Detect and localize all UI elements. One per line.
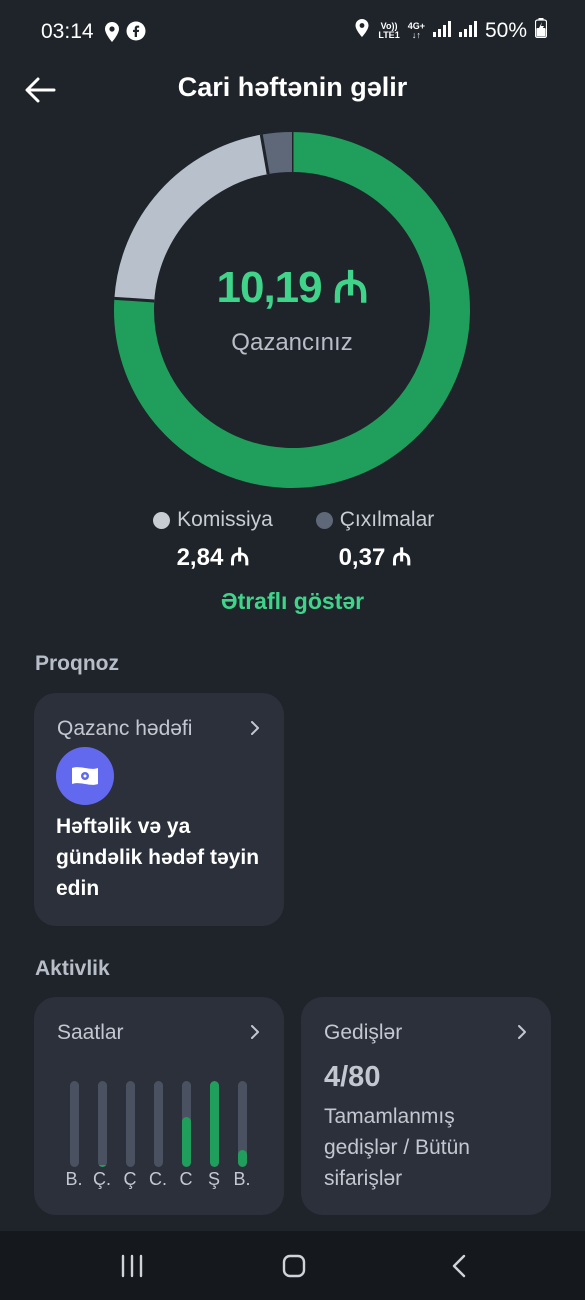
hours-bar-track	[181, 1081, 191, 1167]
show-details-link[interactable]: Ətraflı göstər	[0, 588, 585, 615]
day-label: B.	[65, 1169, 83, 1189]
earnings-goal-card[interactable]: Qazanc hədəfi Həftəlik və ya gündəlik hə…	[34, 693, 284, 926]
commission-dot	[153, 511, 171, 529]
legend-deductions: Çıxılmalar 0,37 ₼	[312, 508, 438, 573]
chevron-right-icon	[518, 1025, 526, 1039]
legend-commission: Komissiya 2,84 ₼	[148, 508, 278, 573]
money-icon	[56, 747, 114, 805]
day-label: B.	[233, 1169, 251, 1189]
status-left-icons	[104, 21, 146, 48]
page-title: Cari həftənin gəlir	[177, 72, 408, 102]
location-pin-icon	[104, 21, 120, 48]
recent-apps-icon	[121, 1254, 143, 1278]
chevron-right-icon	[251, 1025, 259, 1039]
day-label: Ş	[207, 1169, 220, 1189]
day-label: C.	[149, 1169, 167, 1189]
battery-charging-icon	[534, 18, 548, 44]
hours-bar	[209, 1081, 219, 1167]
activity-section-title: Aktivlik	[35, 957, 110, 980]
header: Cari həftənin gəlir	[0, 64, 585, 116]
earnings-amount: 10,19 ₼	[216, 263, 369, 312]
deductions-label: Çıxılmalar	[339, 508, 435, 531]
facebook-icon	[126, 21, 146, 48]
day-label: C	[179, 1169, 193, 1189]
earnings-label: Qazancınız	[231, 329, 353, 356]
trips-card[interactable]: Gedişlər 4/80 Tamamlanmış gedişlər / Büt…	[301, 997, 551, 1215]
deductions-dot	[315, 511, 333, 529]
hours-bar	[237, 1150, 247, 1167]
day-label: Ç	[123, 1169, 137, 1189]
back-chevron-icon	[452, 1254, 466, 1278]
location-icon	[354, 18, 370, 44]
hours-bar-track	[125, 1081, 135, 1167]
hours-bar	[97, 1165, 107, 1167]
recent-apps-button[interactable]	[115, 1251, 149, 1281]
signal-icon-2	[458, 19, 477, 43]
signal-icon-1	[432, 19, 451, 43]
hours-card[interactable]: Saatlar B. Ç. Ç C. C Ş B.	[34, 997, 284, 1215]
goal-card-text: Həftəlik və ya gündəlik hədəf təyin edin	[56, 815, 260, 900]
system-navigation-bar	[0, 1231, 585, 1300]
hours-bar-track	[153, 1081, 163, 1167]
commission-label: Komissiya	[177, 508, 273, 531]
hours-bar-track	[97, 1081, 107, 1167]
status-time: 03:14	[41, 20, 94, 43]
trips-value: 4/80	[324, 1061, 381, 1093]
commission-value: 2,84 ₼	[176, 544, 250, 571]
status-right: Vo)) LTE1 4G+ ↓↑ 50%	[354, 18, 548, 44]
home-icon	[282, 1254, 306, 1278]
network-type: 4G+ ↓↑	[407, 21, 425, 40]
hours-bar-track	[69, 1081, 79, 1167]
goal-card-title: Qazanc hədəfi	[57, 717, 193, 740]
trips-card-title: Gedişlər	[324, 1021, 403, 1044]
hours-bar	[181, 1117, 191, 1167]
donut-center: 10,19 ₼ Qazancınız	[113, 131, 471, 489]
day-label: Ç.	[93, 1169, 111, 1189]
back-nav-button[interactable]	[443, 1251, 477, 1281]
home-button[interactable]	[277, 1251, 311, 1281]
hours-bar-track	[237, 1081, 247, 1167]
trips-description: Tamamlanmış gedişlər / Bütün sifarişlər	[324, 1105, 470, 1190]
chevron-right-icon	[251, 721, 259, 735]
status-bar: 03:14 Vo)) LTE1 4G+ ↓↑ 50%	[0, 0, 585, 64]
battery-percent: 50%	[484, 19, 527, 42]
hours-card-title: Saatlar	[57, 1021, 124, 1044]
forecast-section-title: Proqnoz	[35, 652, 119, 675]
volte-indicator: Vo)) LTE1	[378, 21, 400, 40]
deductions-value: 0,37 ₼	[338, 544, 412, 571]
hours-bar-track	[209, 1081, 219, 1167]
